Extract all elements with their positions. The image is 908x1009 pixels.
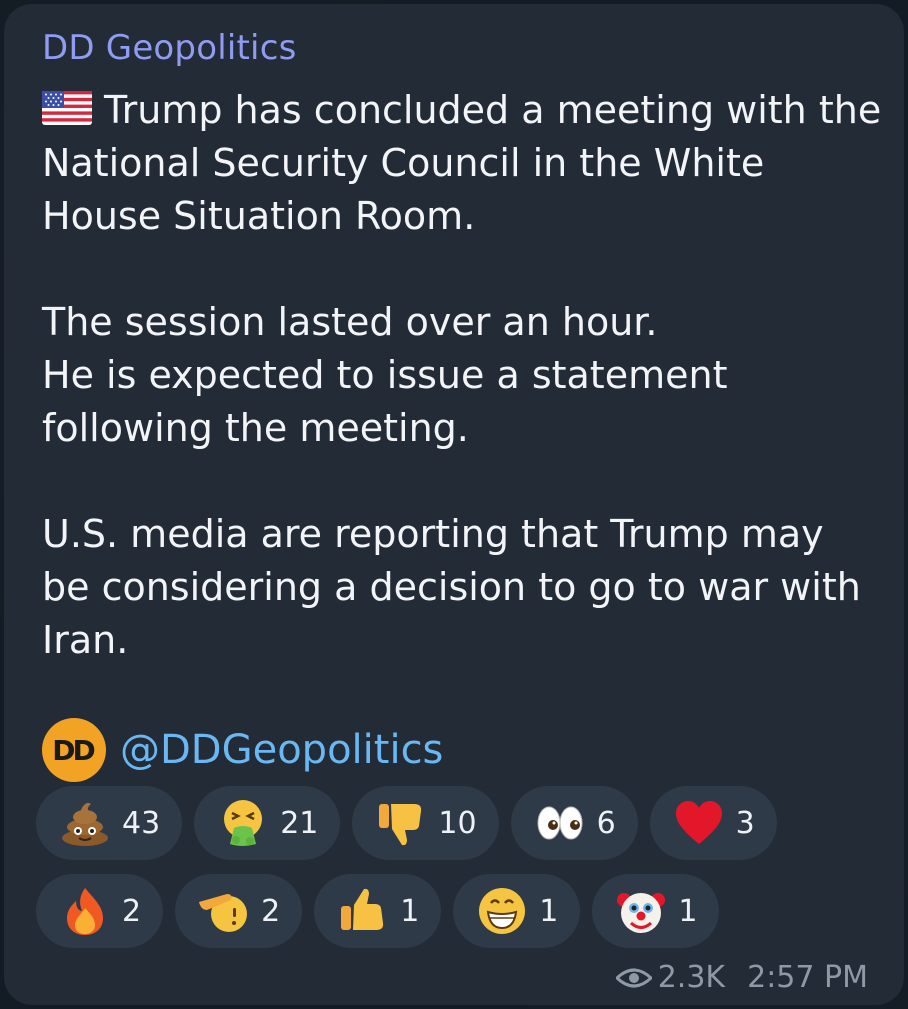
reaction-saluting-face[interactable]: 2	[175, 874, 303, 948]
channel-name[interactable]: DD Geopolitics	[42, 28, 297, 68]
reaction-count: 10	[438, 805, 477, 841]
clown-face-icon	[614, 884, 668, 938]
views-count: 2.3K	[657, 960, 726, 995]
reaction-count: 1	[400, 893, 420, 929]
paragraph-2-text: The session lasted over an hour. He is e…	[42, 300, 728, 450]
dd-logo-icon: DD	[42, 718, 106, 782]
reaction-count: 6	[596, 805, 616, 841]
fire-icon	[58, 884, 112, 938]
signature: DD @DDGeopolitics	[42, 718, 443, 782]
channel-handle-link[interactable]: @DDGeopolitics	[120, 727, 443, 773]
eyes-icon	[533, 796, 587, 850]
thumbs-up-icon	[336, 884, 390, 938]
grinning-face-icon	[475, 884, 529, 938]
reaction-thumbs-down[interactable]: 10	[352, 786, 499, 860]
reaction-thumbs-up[interactable]: 1	[314, 874, 442, 948]
message-time: 2:57 PM	[747, 960, 868, 995]
views-eye-icon	[615, 968, 652, 987]
message-bubble[interactable]: DD Geopolitics Trump has concluded a mee…	[4, 4, 904, 1005]
reaction-grinning-face[interactable]: 1	[453, 874, 581, 948]
reaction-vomiting-face[interactable]: 21	[194, 786, 341, 860]
message-text: Trump has concluded a meeting with the N…	[42, 84, 882, 720]
paragraph-3: U.S. media are reporting that Trump may …	[42, 508, 882, 667]
reaction-count: 2	[122, 893, 142, 929]
dd-logo-text: DD	[52, 733, 96, 767]
thumbs-down-icon	[374, 796, 428, 850]
message-meta: 2.3K 2:57 PM	[615, 960, 868, 995]
reaction-count: 3	[735, 805, 755, 841]
paragraph-1-text: Trump has concluded a meeting with the N…	[42, 88, 882, 238]
reaction-count: 1	[539, 893, 559, 929]
reactions: 43 21 10 6 3 2 2 1 1 1	[36, 786, 896, 962]
reaction-row-1: 43 21 10 6 3	[36, 786, 896, 860]
paragraph-1: Trump has concluded a meeting with the N…	[42, 84, 882, 243]
reaction-count: 21	[280, 805, 319, 841]
paragraph-2: The session lasted over an hour. He is e…	[42, 296, 882, 455]
reaction-poop[interactable]: 43	[36, 786, 183, 860]
reaction-fire[interactable]: 2	[36, 874, 164, 948]
heart-icon	[672, 796, 726, 850]
saluting-face-icon	[197, 884, 251, 938]
reaction-eyes[interactable]: 6	[510, 786, 638, 860]
reaction-count: 1	[678, 893, 698, 929]
reaction-heart[interactable]: 3	[649, 786, 777, 860]
reaction-clown-face[interactable]: 1	[592, 874, 720, 948]
reaction-count: 43	[122, 805, 161, 841]
us-flag-icon	[42, 91, 92, 125]
vomiting-face-icon	[216, 796, 270, 850]
reaction-row-2: 2 2 1 1 1	[36, 874, 896, 948]
reaction-count: 2	[261, 893, 281, 929]
paragraph-3-text: U.S. media are reporting that Trump may …	[42, 512, 861, 662]
poop-icon	[58, 796, 112, 850]
